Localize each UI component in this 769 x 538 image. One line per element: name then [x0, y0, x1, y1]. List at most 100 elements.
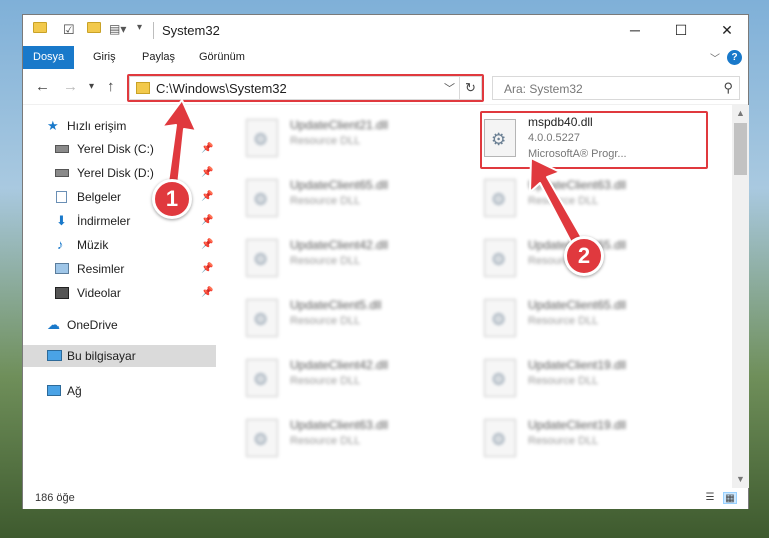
tiles-view-icon[interactable]: ▦	[723, 492, 737, 504]
file-type: Resource DLL	[290, 375, 361, 387]
sidebar-item-label: OneDrive	[67, 318, 118, 332]
sidebar-item-pictures[interactable]: Resimler 📌	[23, 258, 216, 280]
cloud-icon: ☁	[47, 317, 60, 332]
dll-file-icon: ⚙	[246, 119, 278, 157]
navigation-bar: ← → ▾ ↑ C:\Windows\System32 ﹀ ↻ Ara: Sys…	[23, 69, 748, 105]
scroll-down-icon[interactable]: ▼	[732, 471, 749, 488]
file-name: UpdateClient65.dll	[528, 298, 627, 312]
folder-icon	[33, 22, 47, 39]
file-type: Resource DLL	[290, 195, 361, 207]
file-name: UpdateClient5.dll	[290, 298, 382, 312]
dll-file-icon: ⚙	[246, 239, 278, 277]
tab-gorunum[interactable]: Görünüm	[189, 46, 255, 69]
sidebar-item-label: Müzik	[77, 238, 109, 252]
window-title: System32	[162, 23, 220, 38]
customize-toolbar-icon[interactable]: ▤▾	[109, 22, 126, 39]
star-icon: ★	[47, 118, 59, 133]
list-item[interactable]: ⚙ UpdateClient65.dll Resource DLL	[242, 175, 462, 223]
file-type: Resource DLL	[528, 315, 599, 327]
scroll-thumb[interactable]	[734, 123, 747, 175]
close-button[interactable]: ✕	[704, 15, 750, 46]
downloads-icon: ⬇	[56, 213, 67, 228]
sidebar-item-label: Resimler	[77, 262, 125, 276]
sidebar-item-label: Bu bilgisayar	[67, 349, 136, 363]
list-item[interactable]: ⚙ UpdateClient63.dll Resource DLL	[242, 415, 462, 463]
list-item[interactable]: ⚙ UpdateClient63.dll Resource DLL	[480, 175, 700, 223]
file-type: Resource DLL	[528, 195, 599, 207]
sidebar-item-disk-d[interactable]: Yerel Disk (D:) 📌	[23, 162, 216, 184]
file-type: Resource DLL	[290, 435, 361, 447]
new-folder-icon[interactable]	[87, 22, 101, 39]
dll-file-icon: ⚙	[484, 419, 516, 457]
sidebar-item-music[interactable]: ♪ Müzik 📌	[23, 234, 216, 256]
file-type: Resource DLL	[290, 315, 361, 327]
dll-file-icon: ⚙	[246, 179, 278, 217]
sidebar-item-downloads[interactable]: ⬇ İndirmeler 📌	[23, 210, 216, 232]
drive-icon	[55, 145, 69, 153]
scroll-up-icon[interactable]: ▲	[732, 105, 749, 122]
back-arrow-icon[interactable]: ←	[35, 78, 50, 95]
file-name: UpdateClient21.dll	[290, 118, 389, 132]
pin-icon[interactable]: 📌	[201, 258, 213, 280]
list-item[interactable]: ⚙ UpdateClient65.dll Resource DLL	[480, 295, 700, 343]
navigation-pane: ★ Hızlı erişim Yerel Disk (C:) 📌 Yerel D…	[23, 105, 216, 488]
sidebar-item-label: Belgeler	[77, 190, 122, 204]
recent-locations-icon[interactable]: ▾	[89, 81, 94, 92]
file-name: UpdateClient19.dll	[528, 418, 627, 432]
documents-icon	[56, 191, 67, 203]
dll-file-icon: ⚙	[484, 299, 516, 337]
pin-icon[interactable]: 📌	[201, 282, 213, 304]
file-name: UpdateClient63.dll	[290, 418, 389, 432]
music-icon: ♪	[57, 237, 64, 252]
sidebar-item-label: Videolar	[77, 286, 121, 300]
sidebar-item-this-pc[interactable]: Bu bilgisayar	[23, 345, 216, 367]
tab-giris[interactable]: Giriş	[83, 46, 126, 69]
list-item[interactable]: ⚙ UpdateClient42.dll Resource DLL	[242, 235, 462, 283]
sidebar-item-network[interactable]: Ağ	[23, 380, 216, 402]
maximize-button[interactable]: ☐	[658, 15, 704, 46]
dll-file-icon: ⚙	[484, 179, 516, 217]
highlight-box	[480, 111, 708, 169]
search-box[interactable]: Ara: System32 ⚲	[492, 76, 740, 100]
list-item[interactable]: ⚙ UpdateClient42.dll Resource DLL	[242, 355, 462, 403]
videos-icon	[55, 287, 69, 299]
list-item[interactable]: ⚙ UpdateClient19.dll Resource DLL	[480, 415, 700, 463]
file-type: Resource DLL	[528, 435, 599, 447]
dll-file-icon: ⚙	[484, 239, 516, 277]
quick-access-dropdown-icon[interactable]: ▾	[137, 22, 142, 39]
list-item[interactable]: ⚙ UpdateClient21.dll Resource DLL	[242, 115, 462, 163]
file-type: Resource DLL	[528, 375, 599, 387]
pictures-icon	[55, 263, 69, 274]
dll-file-icon: ⚙	[484, 359, 516, 397]
search-input[interactable]: Ara: System32	[504, 82, 583, 96]
tab-paylas[interactable]: Paylaş	[132, 46, 185, 69]
sidebar-item-onedrive[interactable]: ☁ OneDrive	[23, 314, 216, 336]
expand-ribbon-icon[interactable]: ﹀	[710, 50, 720, 65]
pin-icon[interactable]: 📌	[201, 162, 213, 184]
tab-dosya[interactable]: Dosya	[23, 46, 75, 69]
pin-icon[interactable]: 📌	[201, 210, 213, 232]
file-type: Resource DLL	[290, 135, 361, 147]
sidebar-item-disk-c[interactable]: Yerel Disk (C:) 📌	[23, 138, 216, 160]
list-item[interactable]: ⚙ UpdateClient5.dll Resource DLL	[242, 295, 462, 343]
sidebar-item-label: Yerel Disk (D:)	[77, 166, 154, 180]
details-view-icon[interactable]: ☰	[703, 492, 717, 504]
pin-icon[interactable]: 📌	[201, 186, 213, 208]
file-name: UpdateClient63.dll	[528, 178, 627, 192]
sidebar-item-quick-access[interactable]: ★ Hızlı erişim	[23, 115, 216, 137]
help-icon[interactable]: ?	[727, 50, 742, 65]
forward-arrow-icon[interactable]: →	[63, 78, 78, 95]
sidebar-item-videos[interactable]: Videolar 📌	[23, 282, 216, 304]
pin-icon[interactable]: 📌	[201, 138, 213, 160]
sidebar-item-label: Ağ	[67, 384, 82, 398]
minimize-button[interactable]: ─	[612, 15, 658, 46]
list-item[interactable]: ⚙ UpdateClient19.dll Resource DLL	[480, 355, 700, 403]
pin-icon[interactable]: 📌	[201, 234, 213, 256]
item-count: 186 öğe	[35, 492, 75, 504]
file-name: UpdateClient42.dll	[290, 358, 389, 372]
title-bar: ☑ ▤▾ ▾ System32 ─ ☐ ✕	[23, 15, 748, 46]
search-icon[interactable]: ⚲	[723, 80, 733, 96]
vertical-scrollbar[interactable]: ▲ ▼	[732, 105, 749, 488]
up-arrow-icon[interactable]: ↑	[107, 78, 115, 95]
properties-icon[interactable]: ☑	[63, 22, 75, 39]
